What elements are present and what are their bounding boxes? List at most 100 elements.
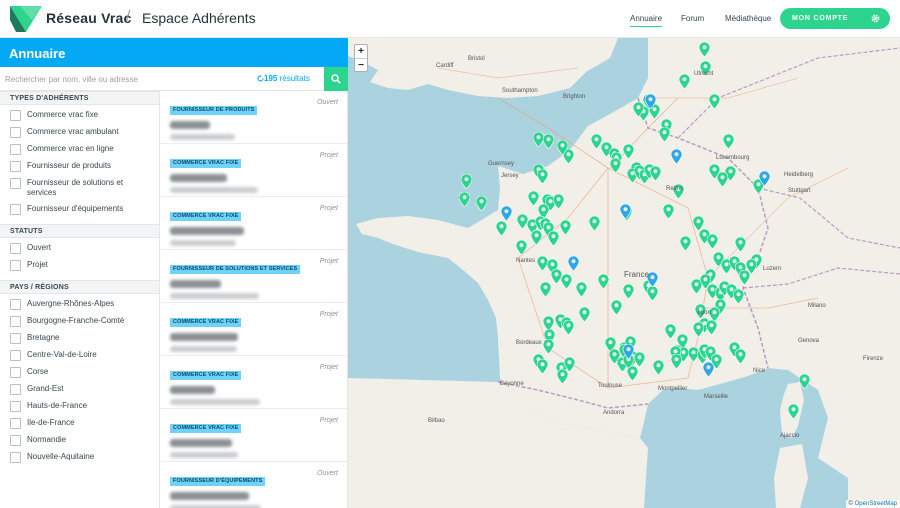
- map-pin-icon[interactable]: [788, 404, 799, 419]
- map-pin-icon[interactable]: [623, 144, 634, 159]
- map-pin-icon[interactable]: [459, 192, 470, 207]
- filter-option[interactable]: Bretagne: [0, 333, 159, 344]
- filter-option[interactable]: Auvergne-Rhônes-Alpes: [0, 299, 159, 310]
- filter-option[interactable]: Fournisseur d'équipements: [0, 204, 159, 215]
- map-pin-icon[interactable]: [693, 322, 704, 337]
- map-pin-icon[interactable]: [610, 158, 621, 173]
- filter-checkbox[interactable]: [10, 452, 21, 463]
- filter-option[interactable]: Fournisseur de solutions et services: [0, 178, 159, 198]
- result-card[interactable]: FOURNISSEUR DE PRODUITSOuvert3jd80380 Ma…: [161, 91, 347, 144]
- map-pin-icon[interactable]: [589, 216, 600, 231]
- filter-checkbox[interactable]: [10, 350, 21, 361]
- filter-option[interactable]: Fournisseur de produits: [0, 161, 159, 172]
- filter-checkbox[interactable]: [10, 367, 21, 378]
- filter-option[interactable]: Nouvelle-Aquitaine: [0, 452, 159, 463]
- map-pin-icon[interactable]: [516, 240, 527, 255]
- map-pin-icon[interactable]: [645, 94, 656, 109]
- filter-option[interactable]: Commerce vrac ambulant: [0, 127, 159, 138]
- nav-mediatheque[interactable]: Médiathèque: [725, 14, 771, 23]
- nav-annuaire[interactable]: Annuaire: [630, 14, 663, 27]
- filter-checkbox[interactable]: [10, 418, 21, 429]
- map-pin-icon[interactable]: [476, 196, 487, 211]
- result-card[interactable]: COMMERCE VRAC FIXEProjetA la Source69003…: [161, 144, 347, 197]
- map-pin-icon[interactable]: [461, 174, 472, 189]
- filter-checkbox[interactable]: [10, 204, 21, 215]
- map-pin-icon[interactable]: [531, 230, 542, 245]
- reseau-vrac-logo[interactable]: [10, 6, 42, 32]
- map-pin-icon[interactable]: [717, 172, 728, 187]
- map-pin-icon[interactable]: [671, 354, 682, 369]
- map-pin-icon[interactable]: [537, 359, 548, 374]
- attribution-link[interactable]: OpenStreetMap: [855, 501, 897, 507]
- map-pin-icon[interactable]: [706, 320, 717, 335]
- map-pin-icon[interactable]: [665, 324, 676, 339]
- filter-option[interactable]: Normandie: [0, 435, 159, 446]
- filter-option[interactable]: Hauts-de-France: [0, 401, 159, 412]
- map-pin-icon[interactable]: [759, 171, 770, 186]
- map-pin-icon[interactable]: [733, 289, 744, 304]
- map-pin-icon[interactable]: [707, 234, 718, 249]
- map-pin-icon[interactable]: [671, 149, 682, 164]
- filter-checkbox[interactable]: [10, 178, 21, 189]
- map-pin-icon[interactable]: [703, 362, 714, 377]
- result-card[interactable]: COMMERCE VRAC FIXEProjetAh ! L'Vrai loca…: [161, 303, 347, 356]
- map-pin-icon[interactable]: [680, 236, 691, 251]
- filter-option[interactable]: Ile-de-France: [0, 418, 159, 429]
- map-pin-icon[interactable]: [634, 352, 645, 367]
- map-pin-icon[interactable]: [663, 204, 674, 219]
- filter-checkbox[interactable]: [10, 144, 21, 155]
- filter-option[interactable]: Bourgogne-Franche-Comté: [0, 316, 159, 327]
- filter-checkbox[interactable]: [10, 401, 21, 412]
- map-pin-icon[interactable]: [540, 282, 551, 297]
- filter-checkbox[interactable]: [10, 110, 21, 121]
- result-card[interactable]: FOURNISSEUR DE SOLUTIONS ET SERVICES Proj…: [161, 250, 347, 303]
- filter-checkbox[interactable]: [10, 260, 21, 271]
- map-pin-icon[interactable]: [735, 349, 746, 364]
- map-pin-icon[interactable]: [560, 220, 571, 235]
- filter-option[interactable]: Grand-Est: [0, 384, 159, 395]
- filter-checkbox[interactable]: [10, 384, 21, 395]
- map-pin-icon[interactable]: [699, 42, 710, 57]
- map-pin-icon[interactable]: [799, 374, 810, 389]
- filter-checkbox[interactable]: [10, 316, 21, 327]
- filter-checkbox[interactable]: [10, 161, 21, 172]
- search-input[interactable]: [5, 71, 250, 87]
- map-pin-icon[interactable]: [543, 134, 554, 149]
- filter-checkbox[interactable]: [10, 299, 21, 310]
- search-button[interactable]: [324, 67, 348, 91]
- map-pin-icon[interactable]: [568, 256, 579, 271]
- zoom-in-button[interactable]: +: [355, 45, 367, 58]
- map-pin-icon[interactable]: [496, 221, 507, 236]
- result-card[interactable]: COMMERCE VRAC FIXEProjetAbeille Blanche5…: [161, 197, 347, 250]
- filter-option[interactable]: Commerce vrac en ligne: [0, 144, 159, 155]
- filter-option[interactable]: Ouvert: [0, 243, 159, 254]
- map-pin-icon[interactable]: [623, 284, 634, 299]
- zoom-out-button[interactable]: −: [355, 58, 367, 71]
- filter-checkbox[interactable]: [10, 127, 21, 138]
- filter-checkbox[interactable]: [10, 333, 21, 344]
- filter-option[interactable]: Corse: [0, 367, 159, 378]
- map-pin-icon[interactable]: [557, 369, 568, 384]
- filter-option[interactable]: Projet: [0, 260, 159, 271]
- map-pin-icon[interactable]: [623, 344, 634, 359]
- map-pin-icon[interactable]: [561, 274, 572, 289]
- map-pin-icon[interactable]: [627, 366, 638, 381]
- map-pin-icon[interactable]: [543, 339, 554, 354]
- filter-option[interactable]: Commerce vrac fixe: [0, 110, 159, 121]
- map-pin-icon[interactable]: [735, 237, 746, 252]
- result-card[interactable]: COMMERCE VRAC FIXEProjetAnareda20000 Aja…: [161, 409, 347, 462]
- my-account-button[interactable]: MON COMPTE: [780, 8, 890, 29]
- map-pin-icon[interactable]: [563, 320, 574, 335]
- map-pin-icon[interactable]: [576, 282, 587, 297]
- brand-name[interactable]: Réseau Vrac: [46, 10, 131, 26]
- map-pin-icon[interactable]: [548, 231, 559, 246]
- map-pin-icon[interactable]: [501, 206, 512, 221]
- result-card[interactable]: COMMERCE VRAC FIXEProjetAlmata80 Rue d'A…: [161, 356, 347, 409]
- map-pin-icon[interactable]: [557, 140, 568, 155]
- map-pin-icon[interactable]: [723, 134, 734, 149]
- filter-checkbox[interactable]: [10, 435, 21, 446]
- nav-forum[interactable]: Forum: [681, 14, 704, 23]
- result-card[interactable]: FOURNISSEUR D'ÉQUIPEMENTSOuvertArcilon C…: [161, 462, 347, 508]
- map-pin-icon[interactable]: [709, 94, 720, 109]
- map-pin-icon[interactable]: [620, 204, 631, 219]
